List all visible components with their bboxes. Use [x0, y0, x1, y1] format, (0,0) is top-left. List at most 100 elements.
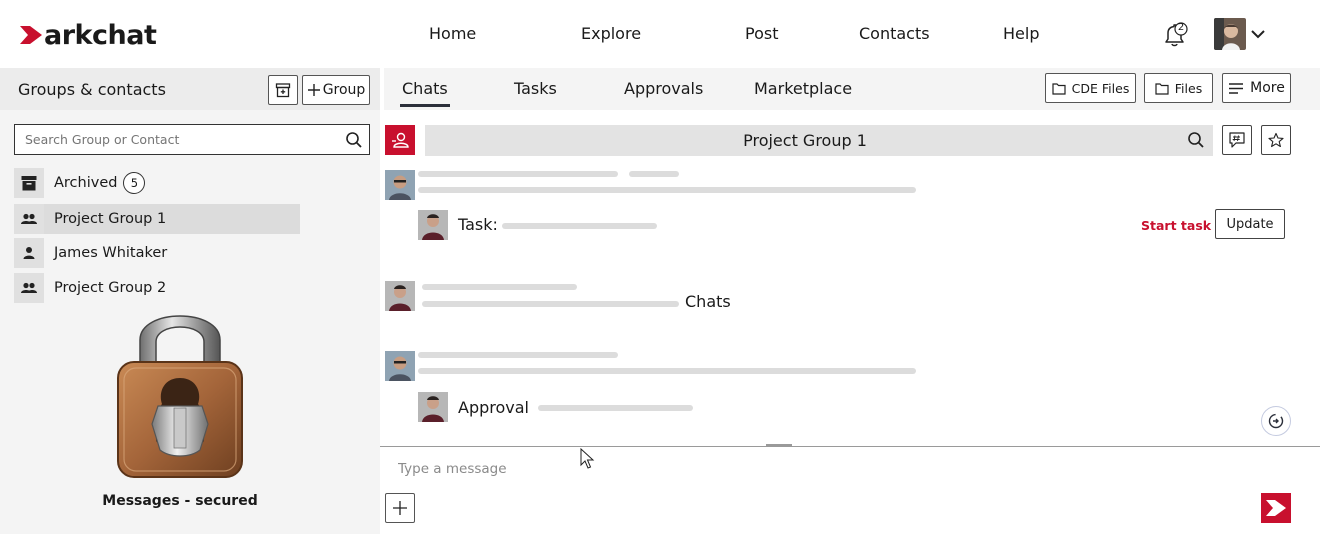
task-assignee-avatar[interactable] — [418, 210, 448, 240]
sender-avatar[interactable] — [385, 170, 415, 200]
group-icon — [21, 213, 37, 224]
archive-box-icon — [275, 83, 291, 98]
notifications-button[interactable]: 2 — [1160, 20, 1190, 50]
files-button[interactable]: Files — [1144, 73, 1213, 103]
contact-label: James Whitaker — [54, 245, 168, 261]
account-menu-toggle[interactable] — [1250, 26, 1266, 42]
contact-search-input[interactable] — [15, 125, 335, 154]
plus-icon — [393, 501, 407, 515]
approval-text-placeholder — [538, 405, 693, 411]
avatar-photo — [385, 351, 415, 381]
left-panel-header: Groups & contacts Group — [0, 68, 380, 110]
add-group-label: Group — [322, 82, 366, 98]
message-text-placeholder — [418, 352, 618, 358]
topics-button[interactable] — [1222, 125, 1252, 155]
attach-button[interactable] — [385, 493, 415, 523]
approval-label: Approval — [458, 398, 529, 417]
hamburger-menu-icon — [1229, 82, 1244, 94]
avatar-photo — [385, 170, 415, 200]
notification-count: 2 — [1177, 22, 1185, 33]
archived-item[interactable]: Archived 5 — [14, 168, 300, 198]
contact-item-james-whitaker[interactable]: James Whitaker — [14, 238, 300, 268]
contact-label: Project Group 2 — [54, 280, 167, 296]
history-icon — [1268, 413, 1284, 429]
group-title-bar: Project Group 1 — [425, 125, 1213, 156]
more-label: More — [1250, 80, 1285, 96]
archive-contacts-button[interactable] — [268, 75, 298, 105]
task-text-placeholder — [502, 223, 657, 229]
send-chevron-icon — [1266, 500, 1286, 516]
archived-label: Archived — [54, 175, 118, 191]
arkchat-chevron-mark — [20, 26, 42, 44]
archived-count-badge: 5 — [123, 172, 146, 194]
arkchat-logo[interactable]: arkchat — [20, 18, 157, 52]
nav-home[interactable]: Home — [429, 24, 476, 43]
messages-secured-label: Messages - secured — [102, 493, 258, 509]
more-menu-button[interactable]: More — [1222, 73, 1291, 103]
contact-label: Project Group 1 — [54, 211, 167, 227]
message-text-placeholder — [422, 301, 679, 307]
user-avatar[interactable] — [1214, 18, 1246, 50]
padlock-icon — [117, 315, 243, 478]
task-label: Task: — [458, 215, 498, 234]
nav-post[interactable]: Post — [745, 24, 778, 43]
contact-icon-wrap — [14, 238, 44, 268]
logo-text: arkchat — [44, 19, 157, 51]
tab-tasks[interactable]: Tasks — [514, 79, 557, 98]
contact-icon-wrap — [14, 273, 44, 303]
approval-assignee-avatar[interactable] — [418, 392, 448, 422]
contact-search — [14, 124, 370, 155]
star-button[interactable] — [1261, 125, 1291, 155]
composer-resize-handle[interactable] — [766, 444, 792, 447]
add-group-button[interactable]: Group — [302, 75, 370, 105]
plus-icon — [307, 84, 320, 96]
user-group-icon — [392, 132, 409, 148]
files-label: Files — [1174, 80, 1203, 96]
send-button[interactable] — [1261, 493, 1291, 523]
mouse-pointer-icon — [580, 448, 595, 469]
avatar-photo — [385, 281, 415, 311]
avatar-photo — [418, 392, 448, 422]
nav-help[interactable]: Help — [1003, 24, 1039, 43]
folder-icon — [1052, 82, 1066, 95]
contact-icon-wrap — [14, 204, 44, 234]
search-icon[interactable] — [1187, 131, 1205, 149]
star-icon — [1268, 132, 1284, 148]
hashtag-chat-icon — [1229, 132, 1245, 148]
message-text-placeholder — [418, 171, 618, 177]
cde-files-button[interactable]: CDE Files — [1045, 73, 1136, 103]
nav-contacts[interactable]: Contacts — [859, 24, 930, 43]
nav-explore[interactable]: Explore — [581, 24, 641, 43]
group-profile-button[interactable] — [385, 125, 415, 155]
composer-divider — [380, 446, 1320, 447]
person-icon — [23, 247, 35, 259]
group-icon — [21, 282, 37, 293]
contact-item-project-group-1[interactable]: Project Group 1 — [14, 204, 300, 234]
start-task-link[interactable]: Start task — [1141, 218, 1211, 233]
bell-icon — [1165, 22, 1188, 47]
message-input[interactable] — [398, 458, 1098, 480]
chats-message-label: Chats — [685, 292, 731, 311]
left-panel-title: Groups & contacts — [18, 80, 166, 99]
message-text-placeholder — [422, 284, 577, 290]
sender-avatar[interactable] — [385, 351, 415, 381]
message-text-placeholder — [418, 368, 916, 374]
user-photo — [1214, 18, 1246, 50]
folder-icon — [1155, 82, 1169, 95]
archived-icon-wrap — [14, 168, 44, 198]
tab-marketplace[interactable]: Marketplace — [754, 79, 852, 98]
search-icon[interactable] — [345, 131, 363, 149]
avatar-photo — [418, 210, 448, 240]
tab-chats[interactable]: Chats — [400, 79, 450, 107]
scroll-to-latest-button[interactable] — [1261, 406, 1291, 436]
cde-files-label: CDE Files — [1071, 80, 1130, 96]
contact-item-project-group-2[interactable]: Project Group 2 — [14, 273, 300, 303]
archive-icon — [21, 176, 37, 191]
sender-avatar[interactable] — [385, 281, 415, 311]
groups-contacts-panel: Groups & contacts Group Search Group or … — [0, 68, 380, 534]
message-text-placeholder — [418, 187, 916, 193]
update-button[interactable]: Update — [1215, 209, 1285, 239]
chevron-down-icon — [1251, 30, 1265, 39]
tab-approvals[interactable]: Approvals — [624, 79, 703, 98]
chat-tabs-bar: Chats Tasks Approvals Marketplace CDE Fi… — [384, 68, 1320, 110]
